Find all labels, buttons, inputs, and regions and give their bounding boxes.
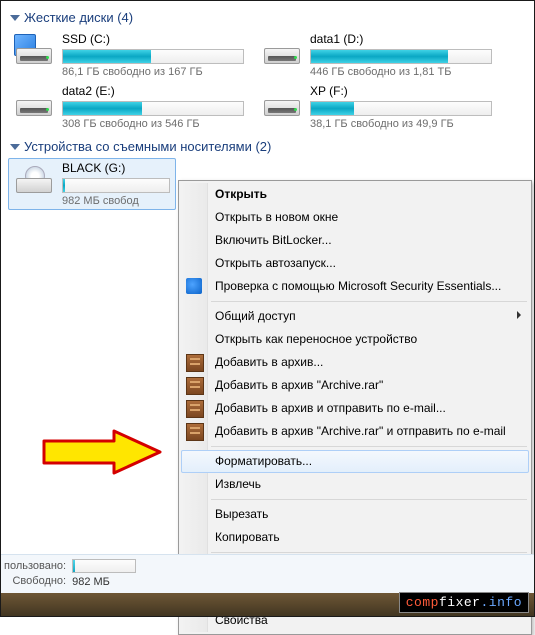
context-menu-item[interactable]: Добавить в архив... <box>181 351 529 374</box>
context-menu-item[interactable]: Открыть <box>181 183 529 206</box>
drive-name: data1 (D:) <box>310 32 502 46</box>
submenu-arrow-icon <box>517 311 521 319</box>
context-menu-item[interactable]: Добавить в архив и отправить по e-mail..… <box>181 397 529 420</box>
watermark-part: comp <box>406 595 439 610</box>
context-menu-item[interactable]: Проверка с помощью Microsoft Security Es… <box>181 275 529 298</box>
drive-name: BLACK (G:) <box>62 161 174 175</box>
context-menu-item[interactable]: Извлечь <box>181 473 529 496</box>
usage-bar <box>62 49 244 64</box>
context-menu-item[interactable]: Открыть в новом окне <box>181 206 529 229</box>
usage-bar-fill <box>63 179 65 192</box>
hdd-icon <box>262 86 302 116</box>
drive-status: 446 ГБ свободно из 1,81 ТБ <box>310 66 502 78</box>
group-title: Устройства со съемными носителями (2) <box>24 139 271 154</box>
group-header-removable[interactable]: Устройства со съемными носителями (2) <box>8 133 527 158</box>
collapse-icon <box>10 144 20 150</box>
watermark-part: .info <box>480 595 522 610</box>
shield-icon <box>186 278 202 294</box>
mini-usage-fill <box>73 560 75 572</box>
context-menu-item[interactable]: Добавить в архив "Archive.rar" <box>181 374 529 397</box>
rar-icon <box>186 354 204 372</box>
drive-status: 982 МБ свобод <box>62 195 174 207</box>
context-menu-item[interactable]: Форматировать... <box>181 450 529 473</box>
drive-item[interactable]: data2 (E:) 308 ГБ свободно из 546 ГБ <box>8 81 256 133</box>
drive-item-selected[interactable]: BLACK (G:) 982 МБ свобод <box>8 158 176 210</box>
drive-name: SSD (C:) <box>62 32 254 46</box>
usage-bar-fill <box>63 102 142 115</box>
hdd-drive-grid: SSD (C:) 86,1 ГБ свободно из 167 ГБ data… <box>8 29 527 133</box>
context-menu-item[interactable]: Копировать <box>181 526 529 549</box>
rar-icon <box>186 377 204 395</box>
drive-item[interactable]: SSD (C:) 86,1 ГБ свободно из 167 ГБ <box>8 29 256 81</box>
context-menu-item[interactable]: Вырезать <box>181 503 529 526</box>
context-menu-item[interactable]: Добавить в архив "Archive.rar" и отправи… <box>181 420 529 443</box>
free-value: 982 МБ <box>72 575 136 590</box>
mini-usage-bar <box>72 559 136 573</box>
group-header-hdd[interactable]: Жесткие диски (4) <box>8 4 527 29</box>
usage-bar <box>310 101 492 116</box>
context-menu-separator <box>211 301 527 302</box>
drive-name: XP (F:) <box>310 84 502 98</box>
hdd-icon <box>262 34 302 64</box>
context-menu-separator <box>211 499 527 500</box>
drive-item[interactable]: XP (F:) 38,1 ГБ свободно из 49,9 ГБ <box>256 81 504 133</box>
group-title: Жесткие диски (4) <box>24 10 133 25</box>
usage-bar <box>310 49 492 64</box>
rar-icon <box>186 400 204 418</box>
used-label: пользовано: <box>4 559 66 574</box>
context-menu-item[interactable]: Открыть автозапуск... <box>181 252 529 275</box>
watermark: compfixer.info <box>399 592 529 613</box>
callout-arrow-icon <box>42 429 162 475</box>
drive-status: 38,1 ГБ свободно из 49,9 ГБ <box>310 118 502 130</box>
free-label: Свободно: <box>4 574 66 589</box>
drive-name: data2 (E:) <box>62 84 254 98</box>
drive-status: 308 ГБ свободно из 546 ГБ <box>62 118 254 130</box>
usage-bar <box>62 178 170 193</box>
removable-drive-icon <box>14 163 54 193</box>
watermark-part: fixer <box>439 595 481 610</box>
collapse-icon <box>10 15 20 21</box>
usage-bar-fill <box>311 50 448 63</box>
hdd-icon <box>14 86 54 116</box>
context-menu-separator <box>211 552 527 553</box>
context-menu-separator <box>211 446 527 447</box>
drive-item[interactable]: data1 (D:) 446 ГБ свободно из 1,81 ТБ <box>256 29 504 81</box>
drive-status: 86,1 ГБ свободно из 167 ГБ <box>62 66 254 78</box>
usage-bar-fill <box>311 102 354 115</box>
context-menu-item[interactable]: Общий доступ <box>181 305 529 328</box>
usage-bar <box>62 101 244 116</box>
context-menu-item[interactable]: Включить BitLocker... <box>181 229 529 252</box>
status-bar: пользовано: Свободно: 982 МБ <box>0 554 535 593</box>
hdd-icon <box>14 34 54 64</box>
rar-icon <box>186 423 204 441</box>
usage-bar-fill <box>63 50 151 63</box>
context-menu-item[interactable]: Открыть как переносное устройство <box>181 328 529 351</box>
